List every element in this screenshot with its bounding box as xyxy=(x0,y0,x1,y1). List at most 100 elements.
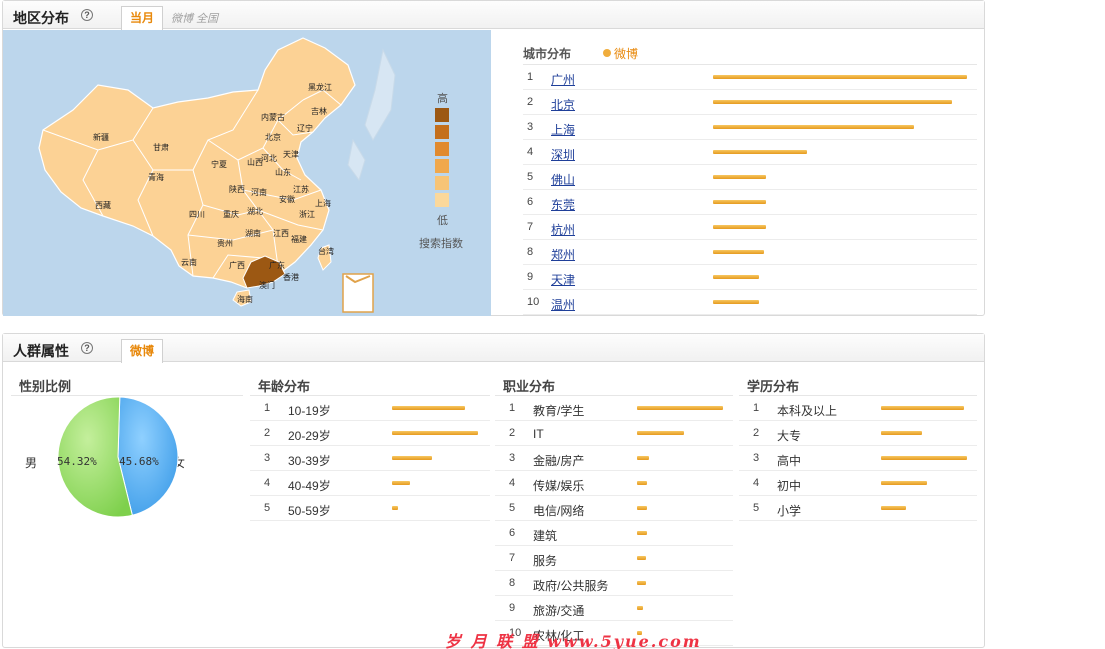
city-row: 9 天津 xyxy=(523,265,977,290)
city-link[interactable]: 郑州 xyxy=(551,246,575,263)
japan-island-shape xyxy=(364,48,396,142)
city-row: 3 上海 xyxy=(523,115,977,140)
legend-swatch xyxy=(435,193,449,207)
map-label: 青海 xyxy=(148,172,164,182)
map-label: 陕西 xyxy=(229,184,245,194)
rank-number: 10 xyxy=(527,296,540,308)
city-link[interactable]: 深圳 xyxy=(551,146,575,163)
city-link[interactable]: 杭州 xyxy=(551,221,575,238)
item-bar xyxy=(881,406,964,410)
legend-caption: 搜索指数 xyxy=(419,238,463,250)
city-link[interactable]: 佛山 xyxy=(551,171,575,188)
map-label: 甘肃 xyxy=(153,142,169,152)
rank-number: 8 xyxy=(527,246,534,258)
age-section: 年龄分布 1 10-19岁 2 20-29岁 3 30-39岁 4 40-49岁 5 50-59岁 xyxy=(250,372,490,521)
city-link[interactable]: 温州 xyxy=(551,296,575,313)
item-label: 小学 xyxy=(777,504,802,518)
list-item: 5 50-59岁 xyxy=(250,496,490,521)
rank-number: 4 xyxy=(264,477,271,489)
crowd-panel: 人群属性 ? 微博 性别比例 男 女 54.32% 45.68% 年龄分布 11… xyxy=(2,333,985,648)
rank-number: 2 xyxy=(509,427,516,439)
help-icon[interactable]: ? xyxy=(81,9,93,21)
item-bar xyxy=(637,406,723,410)
map-label: 台湾 xyxy=(318,246,334,256)
item-label: 50-59岁 xyxy=(288,504,331,518)
map-label: 天津 xyxy=(283,149,299,159)
item-bar xyxy=(881,456,967,460)
map-label: 四川 xyxy=(189,210,205,219)
map-label: 宁夏 xyxy=(211,159,227,169)
rank-number: 3 xyxy=(527,121,534,133)
region-title: 地区分布 xyxy=(13,10,69,26)
item-bar xyxy=(637,556,646,560)
tab-extra-options[interactable]: 微博 全国 xyxy=(171,10,218,26)
map-label: 湖北 xyxy=(247,207,263,216)
list-item: 1 本科及以上 xyxy=(739,396,977,421)
item-bar xyxy=(392,481,410,485)
city-link[interactable]: 上海 xyxy=(551,121,575,138)
list-item: 2 IT xyxy=(495,421,733,446)
item-bar xyxy=(392,406,465,410)
china-map-svg[interactable]: 新疆甘肃青海西藏四川 内蒙古 黑龙江吉林辽宁北京天津河北山西山东 宁夏陕西 河南 江苏安徽… xyxy=(3,30,491,316)
list-item: 2 大专 xyxy=(739,421,977,446)
map-label: 山东 xyxy=(275,167,291,177)
list-item: 3 高中 xyxy=(739,446,977,471)
legend-swatch xyxy=(435,176,449,190)
map-label: 江苏 xyxy=(293,184,309,194)
map-label: 海南 xyxy=(237,294,253,304)
city-link[interactable]: 东莞 xyxy=(551,196,575,213)
city-row: 1 广州 xyxy=(523,65,977,90)
item-label: 30-39岁 xyxy=(288,454,331,468)
map-label: 重庆 xyxy=(223,209,239,219)
city-row: 4 深圳 xyxy=(523,140,977,165)
item-label: 建筑 xyxy=(533,529,558,543)
male-pct-label: 54.32% xyxy=(57,455,97,468)
city-bar xyxy=(713,250,764,254)
region-panel-header: 地区分布 ? 当月 微博 全国 xyxy=(3,1,984,30)
city-row: 7 杭州 xyxy=(523,215,977,240)
rank-number: 4 xyxy=(527,146,534,158)
rank-number: 7 xyxy=(527,221,534,233)
map-label: 辽宁 xyxy=(297,123,313,133)
rank-number: 3 xyxy=(509,452,516,464)
list-item: 3 30-39岁 xyxy=(250,446,490,471)
city-bar xyxy=(713,100,952,104)
occupation-section: 职业分布 1 教育/学生 2 IT 3 金融/房产 4 传媒/娱乐 5 电信/网络 6 建筑 7 服务 8 政… xyxy=(495,372,733,646)
item-label: 服务 xyxy=(533,554,558,568)
crowd-title: 人群属性 xyxy=(13,343,69,359)
item-label: 10-19岁 xyxy=(288,404,331,418)
city-link[interactable]: 天津 xyxy=(551,271,575,288)
help-icon[interactable]: ? xyxy=(81,342,93,354)
rank-number: 4 xyxy=(509,477,516,489)
list-item: 5 小学 xyxy=(739,496,977,521)
education-title: 学历分布 xyxy=(739,372,977,396)
rank-number: 2 xyxy=(264,427,271,439)
map-label: 贵州 xyxy=(217,238,233,248)
item-bar xyxy=(637,531,647,535)
tab-current-month[interactable]: 当月 xyxy=(121,6,164,30)
city-list-header: 城市分布 微博 xyxy=(523,39,977,65)
list-item: 9 旅游/交通 xyxy=(495,596,733,621)
list-item: 6 建筑 xyxy=(495,521,733,546)
item-label: 政府/公共服务 xyxy=(533,579,609,593)
item-label: 高中 xyxy=(777,454,802,468)
city-row: 10 温州 xyxy=(523,290,977,315)
city-row: 8 郑州 xyxy=(523,240,977,265)
item-bar xyxy=(881,431,922,435)
item-bar xyxy=(637,431,684,435)
city-bar xyxy=(713,275,759,279)
map-label: 北京 xyxy=(265,132,281,142)
city-list-title: 城市分布 xyxy=(523,47,572,61)
item-bar xyxy=(637,481,647,485)
item-label: 大专 xyxy=(777,429,802,443)
south-sea-inset xyxy=(342,273,374,313)
city-link[interactable]: 北京 xyxy=(551,96,575,113)
age-title: 年龄分布 xyxy=(250,372,490,396)
education-rows: 1 本科及以上 2 大专 3 高中 4 初中 5 小学 xyxy=(739,396,977,521)
map-label: 广西 xyxy=(229,260,245,270)
city-bar xyxy=(713,75,967,79)
china-map[interactable]: 新疆 甘肃 青海 西藏 四川 内蒙古 黑龙江 吉林 辽宁 北京 天津 河北 山西 山东 宁夏 陕西 河南 江苏 安徽… xyxy=(3,30,491,316)
tab-weibo[interactable]: 微博 xyxy=(121,339,164,363)
series-name: 微博 xyxy=(614,47,639,61)
city-link[interactable]: 广州 xyxy=(551,71,575,88)
